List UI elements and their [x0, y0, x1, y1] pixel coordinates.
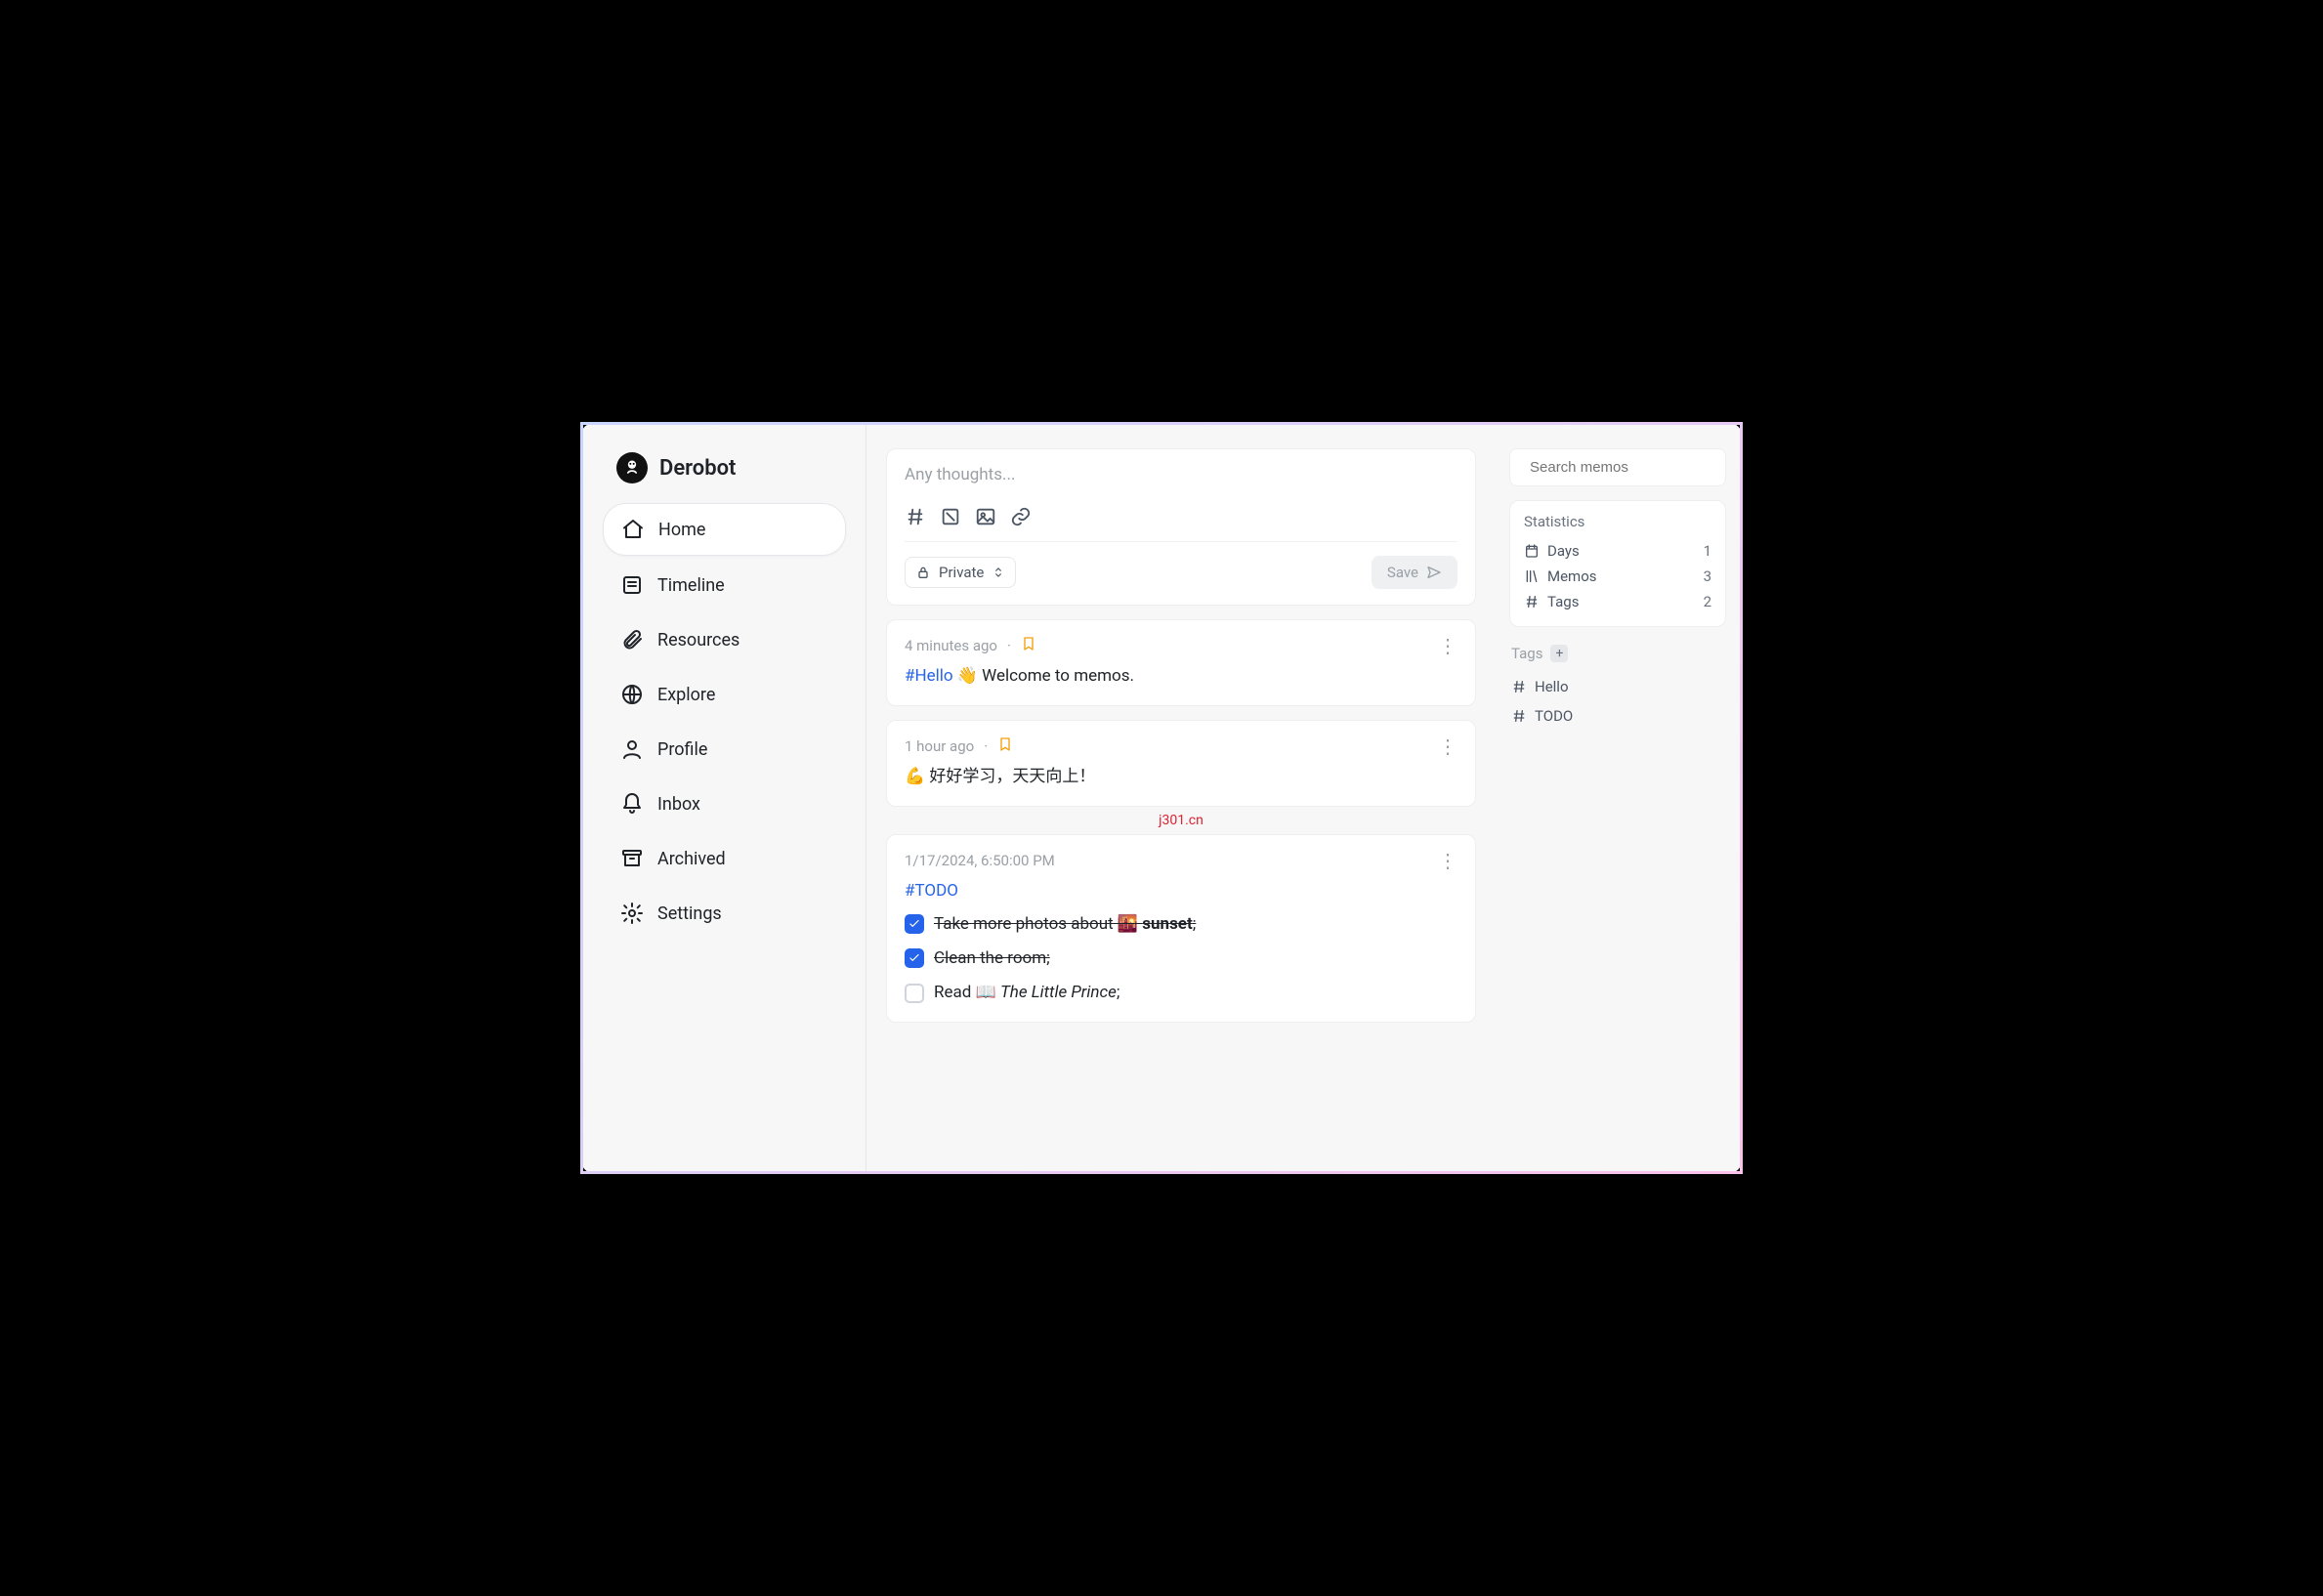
memo-time: 1 hour ago [905, 737, 974, 755]
image-icon[interactable] [975, 506, 996, 527]
brand-logo [616, 452, 648, 483]
bookmark-icon[interactable] [997, 736, 1013, 756]
bell-icon [620, 792, 644, 816]
tag-label: Hello [1535, 678, 1569, 695]
archive-icon [620, 847, 644, 870]
hash-icon [1524, 594, 1540, 609]
stat-value: 1 [1704, 542, 1711, 560]
visibility-select[interactable]: Private [905, 557, 1016, 588]
bookmark-icon[interactable] [1021, 636, 1036, 655]
stat-memos: Memos 3 [1524, 564, 1711, 589]
search-box[interactable] [1509, 448, 1726, 486]
memo-card: 4 minutes ago · ⋮ #Hello 👋 Welcome to me… [886, 619, 1476, 706]
tag-label: TODO [1535, 707, 1573, 725]
timeline-icon [620, 573, 644, 597]
editor-bottom: Private Save [905, 541, 1457, 589]
add-tag-button[interactable]: + [1550, 645, 1568, 662]
sidebar: Derobot Home Timeline Resources Explore … [583, 425, 866, 1171]
memo-editor: Any thoughts... Private Save [886, 448, 1476, 606]
app-window: Derobot Home Timeline Resources Explore … [580, 422, 1743, 1174]
memo-content: #TODO Take more photos about 🌇 sunset; C… [905, 878, 1457, 1006]
hash-icon [1511, 708, 1527, 724]
todo-text: Read 📖 The Little Prince; [934, 980, 1119, 1006]
nav-label: Settings [657, 903, 722, 924]
link-icon[interactable] [1010, 506, 1032, 527]
tags-header: Tags + [1511, 645, 1724, 662]
gear-icon [620, 902, 644, 925]
calendar-icon [1524, 543, 1540, 559]
send-icon [1426, 565, 1442, 580]
memo-time: 1/17/2024, 6:50:00 PM [905, 852, 1055, 869]
memo-content: 💪 好好学习，天天向上！ [905, 764, 1457, 790]
nav-label: Inbox [657, 794, 700, 815]
nav-label: Explore [657, 685, 715, 705]
nav-inbox[interactable]: Inbox [603, 778, 846, 829]
stat-value: 2 [1704, 593, 1711, 610]
stats-card: Statistics Days 1 Memos 3 Tags 2 [1509, 500, 1726, 627]
stat-value: 3 [1704, 567, 1711, 585]
user-icon [620, 737, 644, 761]
globe-icon [620, 683, 644, 706]
nav-profile[interactable]: Profile [603, 724, 846, 775]
memo-meta: 1/17/2024, 6:50:00 PM [905, 852, 1055, 869]
checkbox-unchecked[interactable] [905, 984, 924, 1003]
memo-card: 1/17/2024, 6:50:00 PM ⋮ #TODO Take more … [886, 834, 1476, 1023]
brand: Derobot [603, 452, 846, 503]
nav-label: Home [658, 520, 705, 540]
todo-item: Clean the room; [905, 945, 1457, 972]
memo-time: 4 minutes ago [905, 637, 997, 654]
memo-card: 1 hour ago · ⋮ 💪 好好学习，天天向上！ [886, 720, 1476, 807]
checkbox-checked[interactable] [905, 948, 924, 968]
save-label: Save [1387, 564, 1418, 581]
nav-label: Profile [657, 739, 707, 760]
nav-timeline[interactable]: Timeline [603, 560, 846, 610]
stat-days: Days 1 [1524, 538, 1711, 564]
stat-tags: Tags 2 [1524, 589, 1711, 614]
nav-explore[interactable]: Explore [603, 669, 846, 720]
tags-title: Tags [1511, 645, 1542, 662]
library-icon [1524, 568, 1540, 584]
memo-tag[interactable]: #TODO [905, 881, 958, 901]
nav-resources[interactable]: Resources [603, 614, 846, 665]
stats-title: Statistics [1524, 513, 1711, 530]
memo-content: #Hello 👋 Welcome to memos. [905, 663, 1457, 690]
checkbox-checked[interactable] [905, 914, 924, 934]
memo-meta: 1 hour ago · [905, 736, 1013, 756]
nav-home[interactable]: Home [603, 503, 846, 556]
search-input[interactable] [1530, 459, 1724, 476]
memo-menu-button[interactable]: ⋮ [1438, 851, 1457, 870]
nav-label: Timeline [657, 575, 725, 596]
nav-label: Resources [657, 630, 739, 651]
memo-tag[interactable]: #Hello [905, 666, 953, 686]
tag-item[interactable]: Hello [1509, 672, 1726, 701]
editor-toolbar [905, 506, 1457, 527]
nav-archived[interactable]: Archived [603, 833, 846, 884]
nav-label: Archived [657, 849, 726, 869]
memo-text: 👋 Welcome to memos. [953, 666, 1134, 686]
todo-item: Take more photos about 🌇 sunset; [905, 911, 1457, 938]
visibility-label: Private [939, 564, 984, 581]
home-icon [621, 518, 645, 541]
save-button[interactable]: Save [1372, 556, 1457, 589]
main: Any thoughts... Private Save [866, 425, 1496, 1171]
memo-meta: 4 minutes ago · [905, 636, 1036, 655]
chevron-updown-icon [992, 566, 1005, 579]
memo-menu-button[interactable]: ⋮ [1438, 736, 1457, 756]
memo-menu-button[interactable]: ⋮ [1438, 636, 1457, 655]
todo-text: Take more photos about 🌇 sunset; [934, 911, 1196, 938]
watermark: j301.cn [886, 813, 1476, 828]
hash-icon[interactable] [905, 506, 926, 527]
nav-settings[interactable]: Settings [603, 888, 846, 939]
paperclip-icon [620, 628, 644, 651]
todo-list: Take more photos about 🌇 sunset; Clean t… [905, 911, 1457, 1007]
nav: Home Timeline Resources Explore Profile … [603, 503, 846, 939]
checkbox-icon[interactable] [940, 506, 961, 527]
todo-text: Clean the room; [934, 945, 1050, 972]
hash-icon [1511, 679, 1527, 694]
tag-item[interactable]: TODO [1509, 701, 1726, 731]
editor-input[interactable]: Any thoughts... [905, 465, 1457, 492]
todo-item: Read 📖 The Little Prince; [905, 980, 1457, 1006]
brand-name: Derobot [659, 456, 736, 481]
right-panel: Statistics Days 1 Memos 3 Tags 2 Tags + … [1496, 425, 1740, 1171]
